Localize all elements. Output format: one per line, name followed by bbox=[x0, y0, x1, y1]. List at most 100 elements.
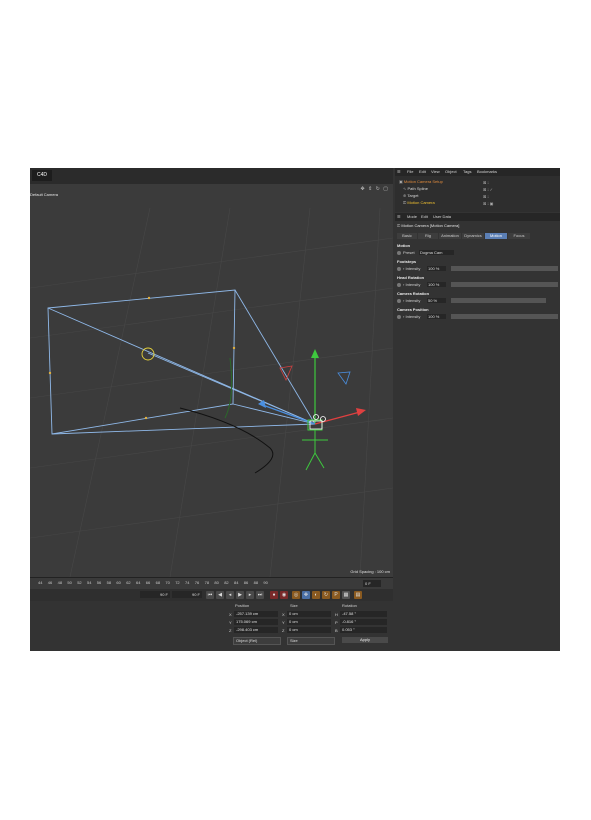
timeline-tick: 50 bbox=[67, 580, 72, 585]
frustum-handles bbox=[48, 296, 236, 420]
size-mode-dropdown[interactable]: Size bbox=[287, 637, 335, 645]
param-camera-rotation-intensity: › Intensity bbox=[397, 298, 420, 303]
menu-edit[interactable]: Edit bbox=[421, 214, 428, 219]
keyframe-selection-icon[interactable]: ◎ bbox=[292, 591, 300, 599]
timeline-tick: 76 bbox=[194, 580, 200, 585]
timeline-tick: 56 bbox=[96, 580, 102, 585]
move-icon[interactable]: ✥ bbox=[360, 186, 365, 192]
pos-x-field[interactable]: -257.139 cm bbox=[234, 611, 278, 617]
menu-icon[interactable]: ☰ bbox=[397, 214, 401, 219]
attribute-manager: ☰ Mode Edit User Data ⎚ Motion Camera [M… bbox=[395, 213, 560, 651]
position-key-icon[interactable]: ✥ bbox=[302, 591, 310, 599]
zoom-icon[interactable]: ⇕ bbox=[368, 186, 373, 192]
size-x-label: X bbox=[282, 612, 285, 617]
viewport-nav-icons[interactable]: ✥ ⇕ ↻ ▢ bbox=[360, 186, 389, 192]
viewport-scene[interactable] bbox=[30, 168, 393, 577]
autokey-icon[interactable]: ◉ bbox=[280, 591, 288, 599]
timeline-tick: 58 bbox=[106, 580, 112, 585]
head-rotation-intensity-field[interactable]: 100 % bbox=[427, 282, 446, 287]
object-name: Motion Camera Setup bbox=[403, 179, 443, 184]
menu-view[interactable]: View bbox=[431, 169, 440, 174]
tab-motion[interactable]: Motion bbox=[485, 233, 507, 239]
pos-z-field[interactable]: -298.403 cm bbox=[234, 627, 278, 633]
go-to-end-icon[interactable]: ⏭ bbox=[256, 591, 264, 599]
camera-label[interactable]: Default Camera bbox=[30, 192, 58, 197]
menu-mode[interactable]: Mode bbox=[407, 214, 417, 219]
menu-icon[interactable]: ☰ bbox=[397, 169, 401, 174]
object-row-target[interactable]: ⊕ Target bbox=[403, 193, 419, 198]
go-to-start-icon[interactable]: ⏮ bbox=[206, 591, 214, 599]
position-header: Position bbox=[235, 603, 250, 608]
timeline-tick: 82 bbox=[224, 580, 229, 585]
section-head-rotation[interactable]: Head Rotation bbox=[397, 275, 424, 280]
timeline-tick: 68 bbox=[155, 580, 161, 585]
rot-h-label: H bbox=[335, 612, 338, 617]
size-z-label: Z bbox=[282, 628, 285, 633]
camera-rotation-intensity-field[interactable]: 50 % bbox=[427, 298, 446, 303]
object-name: Path Spline bbox=[407, 186, 428, 191]
object-row-camera[interactable]: ⎚ Motion Camera bbox=[403, 200, 435, 205]
play-icon[interactable]: ▶ bbox=[236, 591, 244, 599]
floor-grid bbox=[30, 207, 393, 577]
tab-animation[interactable]: Animation bbox=[439, 233, 461, 239]
size-x-field[interactable]: 0 cm bbox=[287, 611, 331, 617]
rot-p-field[interactable]: -0.816 ° bbox=[340, 619, 387, 625]
menu-object[interactable]: Object bbox=[445, 169, 457, 174]
visibility-toggles[interactable]: ⊠ ⁞ ⊠ ⁞ ✓ ⊠ ⁞ ⊠ ⁞ ▣ bbox=[483, 179, 493, 207]
section-footsteps[interactable]: Footsteps bbox=[397, 259, 416, 264]
menu-edit[interactable]: Edit bbox=[419, 169, 426, 174]
timeline-tick: 46 bbox=[47, 580, 53, 585]
head-rotation-intensity-slider[interactable] bbox=[451, 282, 558, 287]
scale-key-icon[interactable]: ◐ bbox=[312, 591, 320, 599]
spline-icon: ∿ bbox=[403, 186, 407, 191]
rot-b-field[interactable]: 0.053 ° bbox=[340, 627, 387, 633]
pla-key-icon[interactable]: ▦ bbox=[342, 591, 350, 599]
apply-button[interactable]: Apply bbox=[342, 637, 388, 643]
pos-y-field[interactable]: 175.069 cm bbox=[234, 619, 278, 625]
menu-bookmarks[interactable]: Bookmarks bbox=[477, 169, 497, 174]
cinema4d-window: C4D Default Camera ✥ ⇕ ↻ ▢ Grid Spacing … bbox=[30, 168, 560, 651]
camera-position-intensity-field[interactable]: 100 % bbox=[427, 314, 446, 319]
play-back-icon[interactable]: ◂ bbox=[226, 591, 234, 599]
tab-focus[interactable]: Focus bbox=[508, 233, 530, 239]
step-back-icon[interactable]: ◀ bbox=[216, 591, 224, 599]
footsteps-intensity-field[interactable]: 100 % bbox=[427, 266, 446, 271]
object-row-setup[interactable]: ▣ Motion Camera Setup bbox=[399, 179, 443, 184]
coordinate-mode-dropdown[interactable]: Object (Rel) bbox=[233, 637, 281, 645]
target-icon: ⊕ bbox=[403, 193, 407, 198]
timeline-tick: 90 bbox=[263, 580, 268, 585]
grid-spacing-label: Grid Spacing : 100 cm bbox=[350, 569, 390, 574]
preset-dropdown[interactable]: Dogma Cam bbox=[419, 250, 454, 255]
maximize-icon[interactable]: ▢ bbox=[383, 186, 389, 192]
tab-rig[interactable]: Rig bbox=[418, 233, 438, 239]
size-z-field[interactable]: 0 cm bbox=[287, 627, 331, 633]
current-frame-field[interactable]: 0 F bbox=[363, 580, 381, 587]
null-icon: ▣ bbox=[399, 179, 403, 184]
object-row-spline[interactable]: ∿ Path Spline bbox=[403, 186, 428, 191]
motion-system-icon[interactable]: ▤ bbox=[354, 591, 362, 599]
menu-file[interactable]: File bbox=[407, 169, 413, 174]
section-camera-rotation[interactable]: Camera Rotation bbox=[397, 291, 429, 296]
parameter-key-icon[interactable]: P bbox=[332, 591, 340, 599]
end-frame-field[interactable]: 90 F bbox=[172, 591, 202, 598]
rot-h-field[interactable]: -47.58 ° bbox=[340, 611, 387, 617]
start-frame-field[interactable]: 90 F bbox=[140, 591, 170, 598]
footsteps-intensity-slider[interactable] bbox=[451, 266, 558, 271]
size-y-field[interactable]: 0 cm bbox=[287, 619, 331, 625]
camera-rotation-intensity-slider[interactable] bbox=[451, 298, 546, 303]
camera-position-intensity-slider[interactable] bbox=[451, 314, 558, 319]
viewport[interactable]: C4D Default Camera ✥ ⇕ ↻ ▢ Grid Spacing … bbox=[30, 168, 393, 577]
menu-user-data[interactable]: User Data bbox=[433, 214, 451, 219]
record-icon[interactable]: ● bbox=[270, 591, 278, 599]
section-camera-position[interactable]: Camera Position bbox=[397, 307, 429, 312]
rotate-icon[interactable]: ↻ bbox=[376, 186, 381, 192]
menu-tags[interactable]: Tags bbox=[463, 169, 471, 174]
camera-icon: ⎚ bbox=[403, 200, 407, 205]
timeline-tick: 72 bbox=[175, 580, 180, 585]
tab-basic[interactable]: Basic bbox=[397, 233, 417, 239]
step-forward-icon[interactable]: ▸ bbox=[246, 591, 254, 599]
timeline-tick: 80 bbox=[214, 580, 219, 585]
rotation-key-icon[interactable]: ↻ bbox=[322, 591, 330, 599]
section-motion[interactable]: Motion bbox=[397, 243, 410, 248]
tab-dynamics[interactable]: Dynamics bbox=[462, 233, 484, 239]
